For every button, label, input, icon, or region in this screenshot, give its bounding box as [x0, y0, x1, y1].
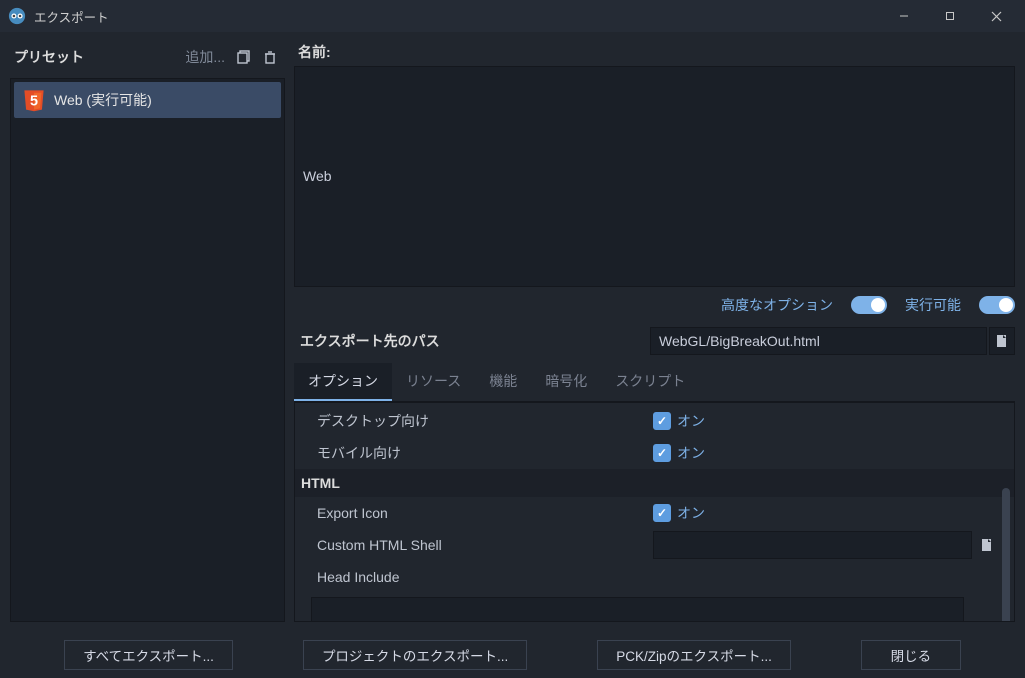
export-all-button[interactable]: すべてエクスポート...: [64, 640, 233, 670]
export-project-button[interactable]: プロジェクトのエクスポート...: [303, 640, 527, 670]
expand-icon[interactable]: [970, 597, 1000, 623]
mobile-state: オン: [677, 443, 705, 463]
godot-icon: [8, 7, 26, 25]
advanced-options-toggle[interactable]: [851, 296, 887, 314]
export-icon-state: オン: [677, 503, 705, 523]
preset-item-label: Web (実行可能): [54, 90, 152, 110]
tab-scripts[interactable]: スクリプト: [601, 363, 699, 401]
export-icon-label: Export Icon: [317, 505, 653, 521]
close-button[interactable]: [973, 0, 1019, 32]
head-include-textarea[interactable]: [311, 597, 964, 623]
runnable-label: 実行可能: [905, 295, 961, 315]
bottom-bar: すべてエクスポート... プロジェクトのエクスポート... PCK/Zipのエク…: [0, 632, 1025, 678]
name-label: 名前:: [294, 42, 1015, 66]
minimize-button[interactable]: [881, 0, 927, 32]
close-dialog-button[interactable]: 閉じる: [861, 640, 961, 670]
html5-icon: 5: [22, 88, 46, 112]
titlebar: エクスポート: [0, 0, 1025, 32]
mobile-checkbox[interactable]: [653, 444, 671, 462]
trash-icon[interactable]: [259, 46, 281, 68]
export-path-input[interactable]: [650, 327, 987, 355]
desktop-row: デスクトップ向け オン: [295, 405, 1014, 437]
file-browse-button[interactable]: [989, 327, 1015, 355]
export-icon-row: Export Icon オン: [295, 497, 1014, 529]
desktop-label: デスクトップ向け: [317, 411, 653, 431]
scrollbar-thumb[interactable]: [1002, 488, 1010, 623]
tab-features[interactable]: 機能: [475, 363, 531, 401]
tab-resources[interactable]: リソース: [392, 363, 475, 401]
head-include-label: Head Include: [317, 569, 653, 585]
desktop-checkbox[interactable]: [653, 412, 671, 430]
svg-text:5: 5: [30, 93, 38, 109]
preset-item-web[interactable]: 5 Web (実行可能): [14, 82, 281, 118]
presets-title: プリセット: [10, 47, 185, 67]
desktop-state: オン: [677, 411, 705, 431]
tab-encryption[interactable]: 暗号化: [531, 363, 601, 401]
copy-icon[interactable]: [233, 46, 255, 68]
custom-shell-label: Custom HTML Shell: [317, 537, 653, 553]
maximize-button[interactable]: [927, 0, 973, 32]
export-pck-button[interactable]: PCK/Zipのエクスポート...: [597, 640, 791, 670]
export-icon-checkbox[interactable]: [653, 504, 671, 522]
window-title: エクスポート: [34, 7, 881, 26]
custom-shell-input[interactable]: [653, 531, 972, 559]
tab-options[interactable]: オプション: [294, 363, 392, 401]
main-panel: 名前: 高度なオプション 実行可能 エクスポート先のパス オプション リソース …: [290, 32, 1025, 632]
preset-list: 5 Web (実行可能): [10, 78, 285, 622]
head-include-label-row: Head Include: [295, 561, 1014, 593]
add-preset-button[interactable]: 追加...: [185, 47, 225, 67]
name-input[interactable]: [294, 66, 1015, 287]
runnable-toggle[interactable]: [979, 296, 1015, 314]
options-scroll: デスクトップ向け オン モバイル向け オン HTML Export Icon オ…: [294, 402, 1015, 623]
export-path-label: エクスポート先のパス: [294, 331, 650, 351]
mobile-row: モバイル向け オン: [295, 437, 1014, 469]
presets-panel: プリセット 追加... 5 Web (実行可能): [0, 32, 290, 632]
mobile-label: モバイル向け: [317, 443, 653, 463]
custom-shell-row: Custom HTML Shell: [295, 529, 1014, 561]
advanced-options-label: 高度なオプション: [721, 295, 833, 315]
tabs: オプション リソース 機能 暗号化 スクリプト: [294, 363, 1015, 402]
html-section-header: HTML: [295, 469, 1014, 497]
custom-shell-browse[interactable]: [974, 531, 1000, 559]
